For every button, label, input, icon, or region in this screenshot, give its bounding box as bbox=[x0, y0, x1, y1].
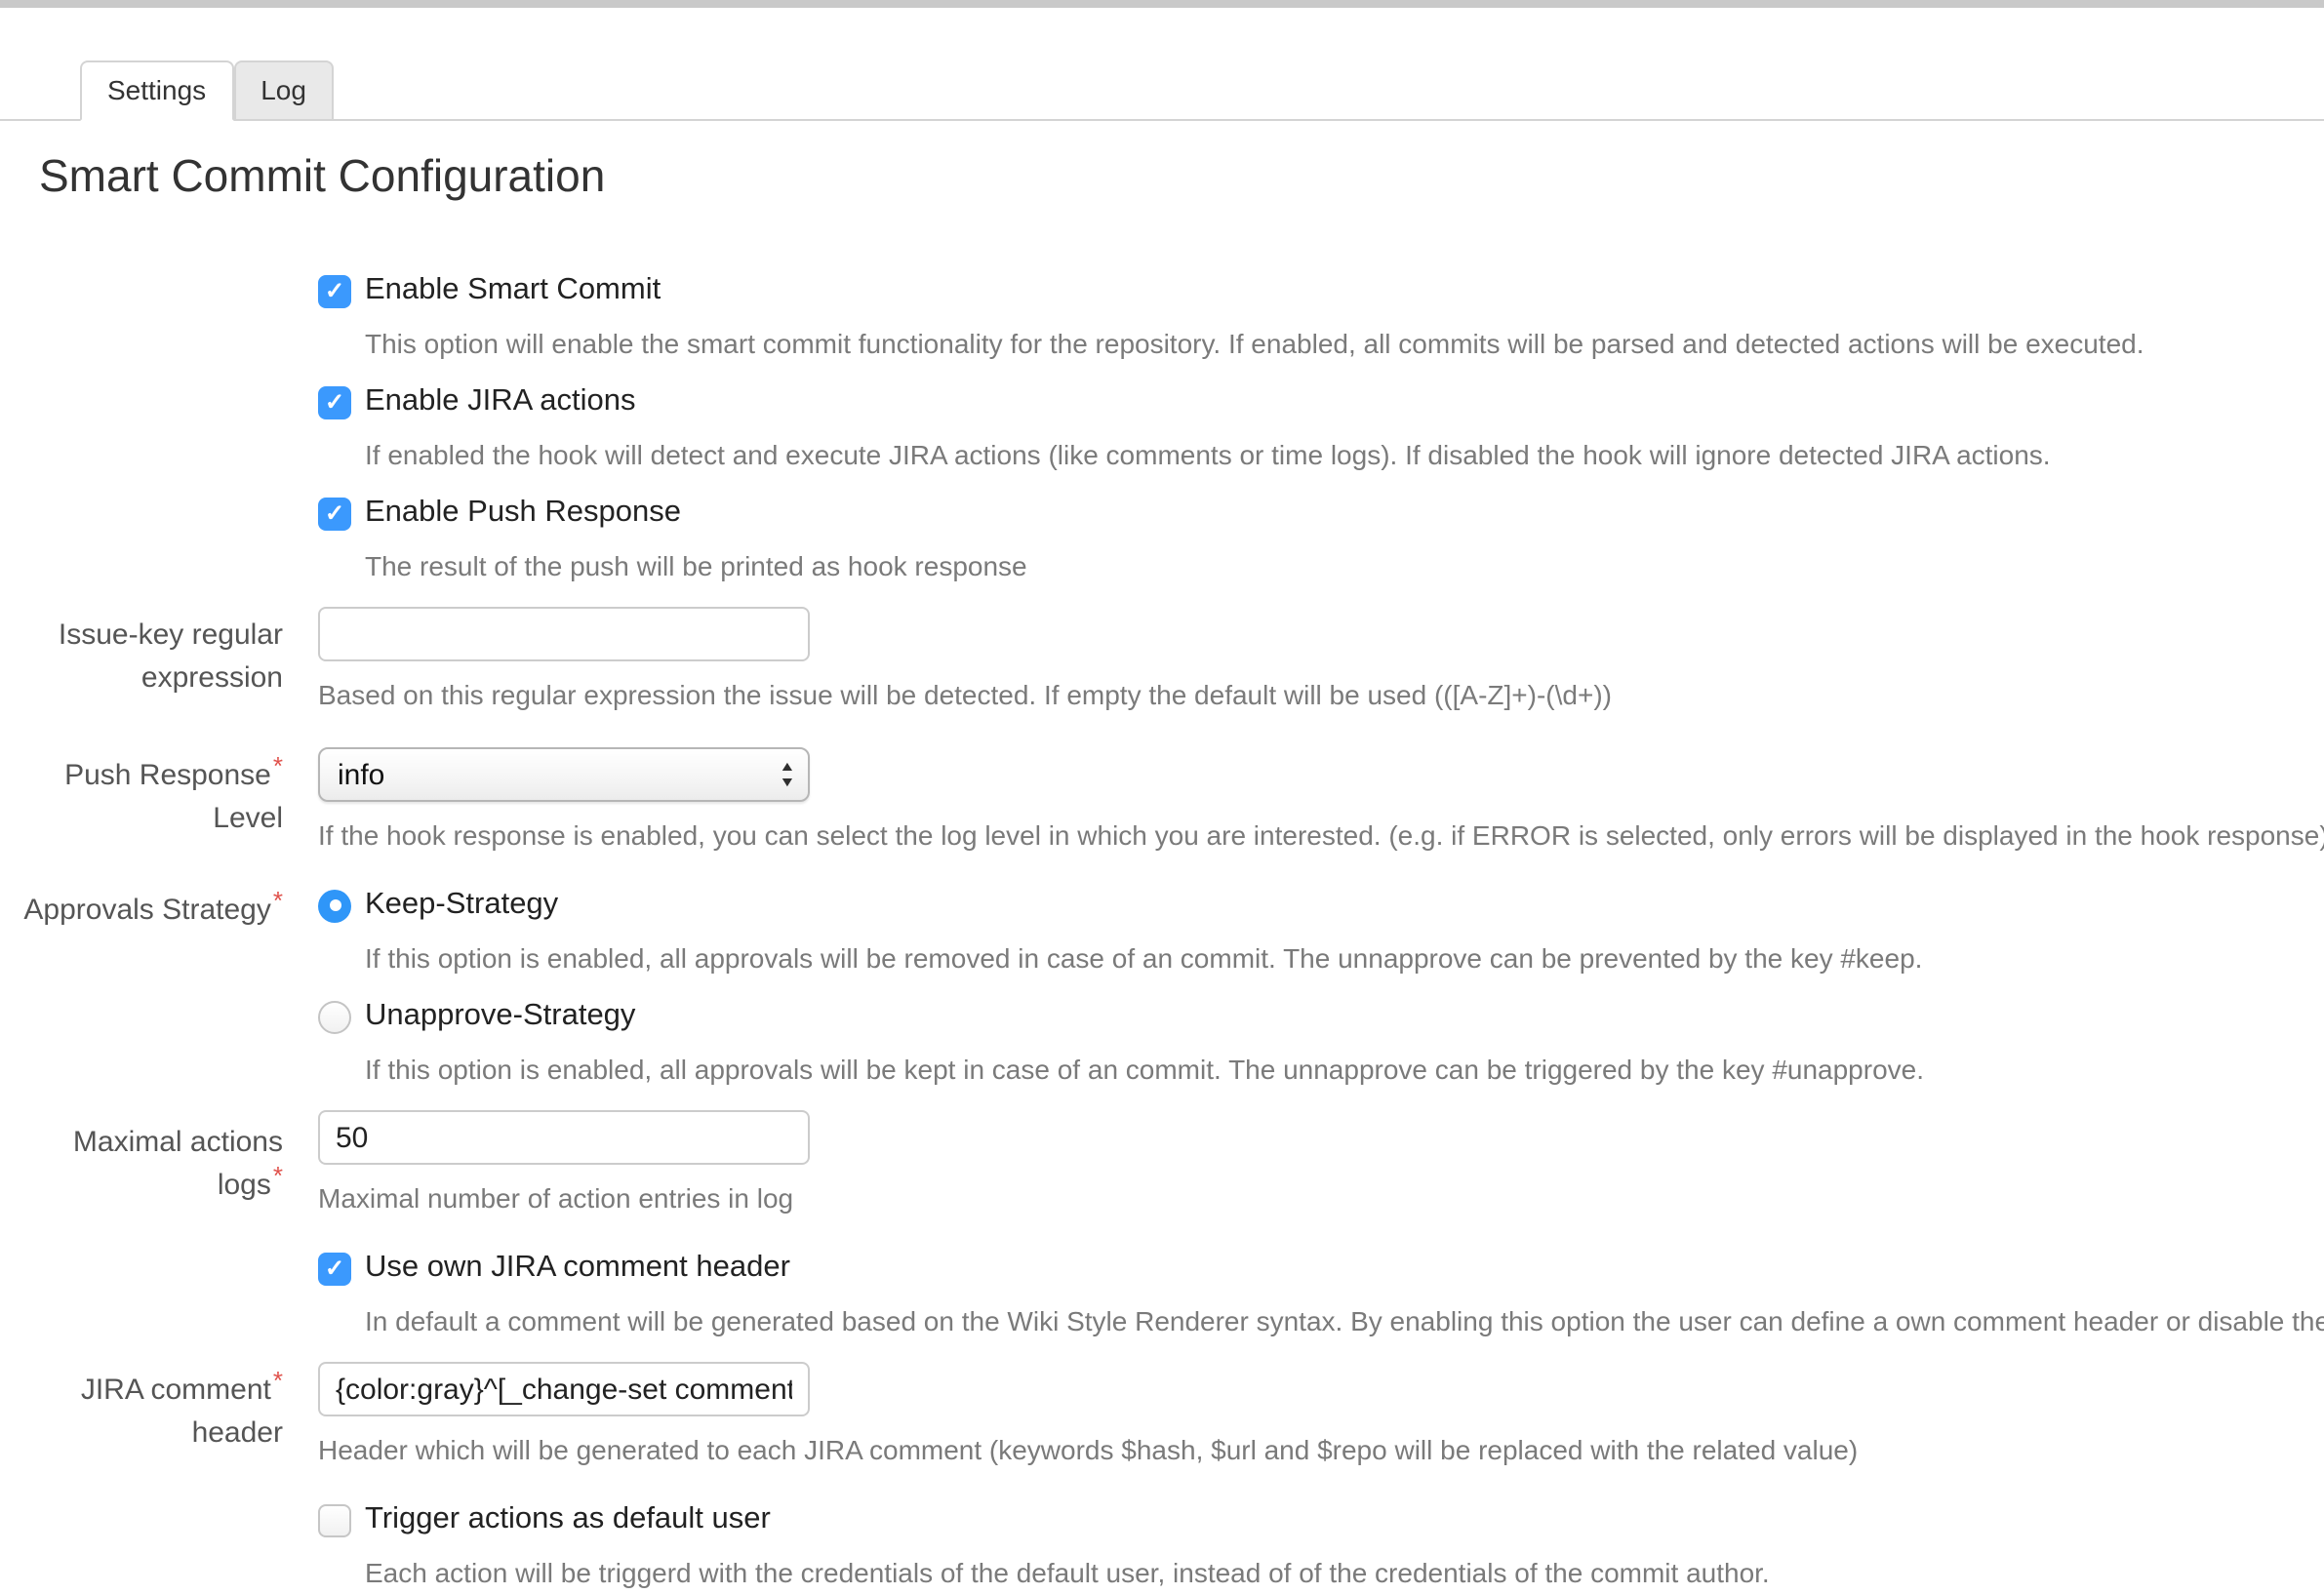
required-marker: * bbox=[273, 886, 283, 915]
trigger-as-default-user-checkbox[interactable]: ✓ bbox=[318, 1503, 351, 1536]
required-marker: * bbox=[273, 751, 283, 780]
push-response-level-help: If the hook response is enabled, you can… bbox=[318, 819, 2324, 851]
spacer-label bbox=[0, 1502, 318, 1594]
maximal-actions-logs-label: Maximal actions logs* bbox=[0, 1110, 318, 1251]
keep-strategy-radio[interactable] bbox=[318, 889, 351, 922]
radio-dot-icon bbox=[329, 899, 341, 911]
enable-smart-commit-checkbox[interactable]: ✓ bbox=[318, 274, 351, 307]
enable-push-response-label: Enable Push Response bbox=[365, 496, 681, 531]
unapprove-strategy-help: If this option is enabled, all approvals… bbox=[365, 1054, 2324, 1085]
top-window-edge bbox=[0, 0, 2324, 8]
select-selected-value: info bbox=[338, 758, 384, 791]
jira-comment-header-input[interactable] bbox=[318, 1362, 810, 1416]
maximal-actions-logs-input[interactable] bbox=[318, 1110, 810, 1165]
spacer-label bbox=[0, 496, 318, 607]
enable-smart-commit-help: This option will enable the smart commit… bbox=[365, 328, 2324, 359]
use-own-comment-header-help: In default a comment will be generated b… bbox=[365, 1305, 2324, 1336]
arrow-down-icon: ▼ bbox=[779, 776, 795, 789]
enable-push-response-checkbox[interactable]: ✓ bbox=[318, 497, 351, 530]
unapprove-strategy-label: Unapprove-Strategy bbox=[365, 999, 635, 1034]
trigger-as-default-user-label: Trigger actions as default user bbox=[365, 1502, 771, 1537]
tab-bar: Settings Log bbox=[0, 60, 2324, 121]
arrow-up-icon: ▲ bbox=[779, 760, 795, 774]
push-response-level-select[interactable]: info ▲ ▼ bbox=[318, 747, 810, 802]
smart-commit-configuration-page: Settings Log Smart Commit Configuration … bbox=[0, 0, 2324, 1594]
maximal-actions-logs-help: Maximal number of action entries in log bbox=[318, 1182, 2324, 1214]
checkmark-icon: ✓ bbox=[325, 390, 344, 414]
issue-key-regex-label: Issue-key regular expression bbox=[0, 607, 318, 747]
use-own-comment-header-checkbox[interactable]: ✓ bbox=[318, 1252, 351, 1285]
issue-key-regex-input[interactable] bbox=[318, 607, 810, 661]
page-title: Smart Commit Configuration bbox=[39, 150, 2324, 203]
smart-commit-form: ✓ Enable Smart Commit This option will e… bbox=[0, 273, 2324, 1594]
issue-key-regex-help: Based on this regular expression the iss… bbox=[318, 679, 2324, 710]
enable-smart-commit-label: Enable Smart Commit bbox=[365, 273, 661, 308]
keep-strategy-label: Keep-Strategy bbox=[365, 888, 558, 923]
enable-jira-actions-label: Enable JIRA actions bbox=[365, 384, 635, 419]
jira-comment-header-label: JIRA comment* header bbox=[0, 1362, 318, 1502]
enable-jira-actions-checkbox[interactable]: ✓ bbox=[318, 385, 351, 418]
jira-comment-header-help: Header which will be generated to each J… bbox=[318, 1434, 2324, 1465]
enable-jira-actions-help: If enabled the hook will detect and exec… bbox=[365, 439, 2324, 470]
spacer-label bbox=[0, 384, 318, 496]
unapprove-strategy-radio[interactable] bbox=[318, 1000, 351, 1033]
use-own-comment-header-label: Use own JIRA comment header bbox=[365, 1251, 790, 1286]
approvals-strategy-label: Approvals Strategy* bbox=[0, 888, 318, 1110]
tab-log[interactable]: Log bbox=[233, 60, 334, 121]
checkmark-icon: ✓ bbox=[325, 501, 344, 525]
select-stepper-icon: ▲ ▼ bbox=[781, 760, 794, 789]
checkmark-icon: ✓ bbox=[325, 279, 344, 302]
required-marker: * bbox=[273, 1161, 283, 1190]
push-response-level-label: Push Response* Level bbox=[0, 747, 318, 888]
enable-push-response-help: The result of the push will be printed a… bbox=[365, 550, 2324, 581]
checkmark-icon: ✓ bbox=[325, 1256, 344, 1280]
keep-strategy-help: If this option is enabled, all approvals… bbox=[365, 942, 2324, 974]
tab-settings[interactable]: Settings bbox=[80, 60, 233, 121]
required-marker: * bbox=[273, 1366, 283, 1395]
trigger-as-default-user-help: Each action will be triggerd with the cr… bbox=[365, 1557, 2324, 1588]
spacer-label bbox=[0, 1251, 318, 1362]
spacer-label bbox=[0, 273, 318, 384]
